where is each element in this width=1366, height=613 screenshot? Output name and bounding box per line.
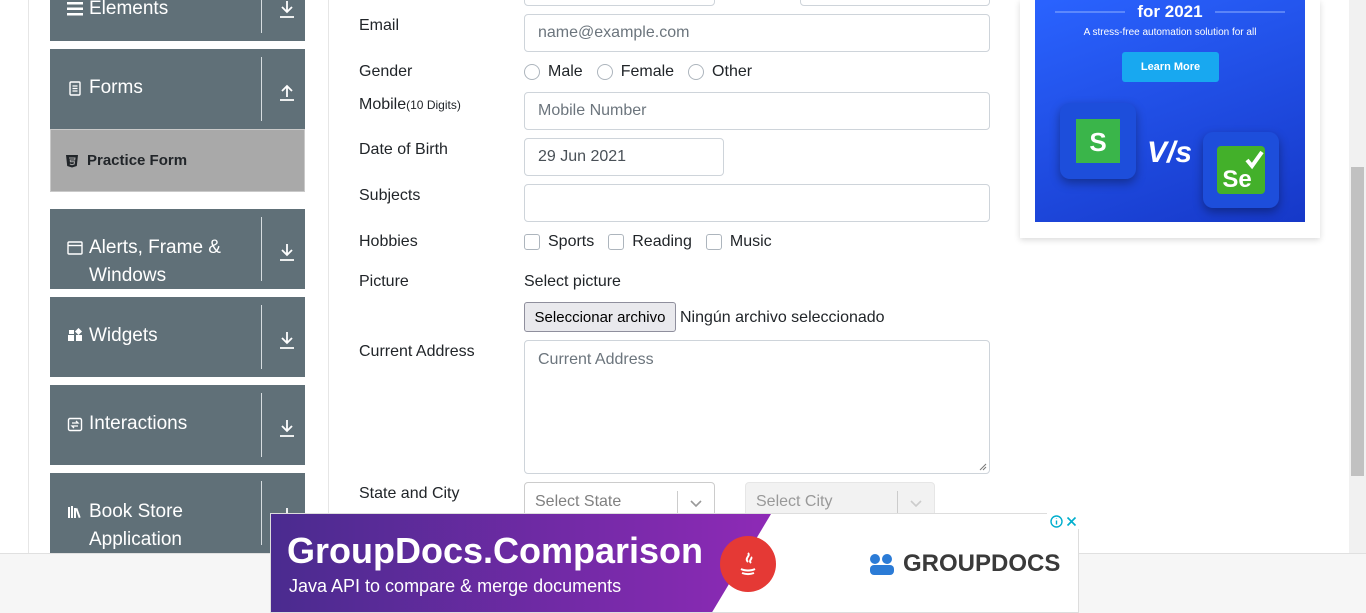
state-city-label: State and City	[359, 485, 460, 502]
widgets-icon	[68, 328, 83, 341]
sidebar-group-forms[interactable]: Forms	[50, 49, 305, 129]
sidebar-group-label: Forms	[89, 77, 143, 98]
download-arrow-icon[interactable]	[276, 329, 298, 351]
current-address-textarea[interactable]: Current Address	[524, 340, 990, 474]
subjects-label: Subjects	[359, 187, 421, 204]
last-name-input[interactable]	[800, 0, 990, 6]
sidebar-group-alerts[interactable]: Alerts, Frame & Windows	[50, 209, 305, 289]
vertical-scrollbar[interactable]	[1349, 0, 1366, 553]
upload-arrow-icon[interactable]	[276, 81, 298, 103]
divider	[897, 491, 898, 513]
subjects-input[interactable]	[524, 184, 990, 222]
html5-icon	[66, 154, 78, 167]
file-status-text: Ningún archivo seleccionado	[680, 309, 885, 326]
sidebar-item-practice-form[interactable]: Practice Form	[50, 129, 305, 192]
versus-text: V/s	[1147, 136, 1193, 169]
gender-female-radio[interactable]: Female	[596, 63, 674, 81]
java-logo-icon	[720, 536, 776, 592]
mobile-hint: (10 Digits)	[406, 98, 461, 112]
chevron-down-icon[interactable]	[908, 495, 924, 511]
dob-label: Date of Birth	[359, 141, 448, 158]
chevron-down-icon[interactable]	[688, 495, 704, 511]
address-placeholder: Current Address	[538, 351, 654, 368]
dob-input[interactable]: 29 Jun 2021	[524, 138, 724, 176]
hobbies-checkbox-group: Sports Reading Music	[524, 233, 786, 251]
mobile-placeholder: Mobile Number	[538, 102, 647, 119]
sidebar-group-label: Interactions	[89, 413, 188, 434]
mobile-label: Mobile(10 Digits)	[359, 96, 461, 113]
divider	[677, 491, 678, 513]
sidebar-group-label: Alerts, Frame & Windows	[89, 237, 221, 286]
practice-form-page: Elements Forms Practice Form Alerts, Fra…	[0, 0, 1366, 613]
current-address-label: Current Address	[359, 343, 475, 360]
info-icon[interactable]	[1049, 514, 1063, 528]
gender-other-radio[interactable]: Other	[688, 63, 752, 81]
mobile-input[interactable]: Mobile Number	[524, 92, 990, 130]
bottom-banner-ad[interactable]: GroupDocs.Comparison Java API to compare…	[270, 513, 1079, 613]
state-placeholder: Select State	[535, 493, 622, 510]
ad-choices[interactable]	[1047, 513, 1079, 529]
ad-headline: for 2021	[1137, 2, 1203, 21]
file-upload-button[interactable]: Seleccionar archivo	[524, 302, 676, 332]
scrollbar-thumb[interactable]	[1351, 167, 1364, 476]
ad-subtext: A stress-free automation solution for al…	[1083, 27, 1257, 38]
sidebar: Elements Forms Practice Form Alerts, Fra…	[28, 0, 329, 553]
divider	[261, 0, 262, 33]
hobby-music-checkbox[interactable]: Music	[705, 233, 772, 251]
interaction-icon	[67, 417, 83, 432]
email-input[interactable]: name@example.com	[524, 14, 990, 52]
menu-icon	[67, 2, 83, 16]
hobby-reading-checkbox[interactable]: Reading	[608, 233, 692, 251]
logo-left-text: S	[1089, 127, 1106, 157]
advertisement-card[interactable]: for 2021 A stress-free automation soluti…	[1020, 0, 1320, 238]
sidebar-group-book-store[interactable]: Book Store Application	[50, 473, 305, 553]
dob-value: 29 Jun 2021	[538, 148, 627, 165]
hobby-sports-checkbox[interactable]: Sports	[524, 233, 594, 251]
divider	[261, 481, 262, 545]
divider	[261, 305, 262, 369]
logo-right-text: Se	[1222, 166, 1251, 193]
divider	[261, 393, 262, 457]
hobbies-label: Hobbies	[359, 233, 418, 250]
download-arrow-icon[interactable]	[276, 241, 298, 263]
testsigma-logo-icon: S	[1060, 103, 1136, 179]
select-picture-label: Select picture	[524, 273, 621, 290]
sidebar-item-label: Practice Form	[87, 152, 188, 169]
city-placeholder: Select City	[756, 493, 833, 510]
close-icon[interactable]	[1066, 516, 1077, 527]
groupdocs-logo-icon	[870, 554, 894, 575]
resize-handle-icon[interactable]	[979, 463, 987, 471]
first-name-input[interactable]	[524, 0, 715, 6]
ad-image[interactable]: for 2021 A stress-free automation soluti…	[1035, 0, 1305, 222]
email-placeholder: name@example.com	[538, 24, 690, 41]
selenium-logo-icon: Se	[1203, 132, 1279, 208]
window-icon	[67, 241, 83, 255]
sidebar-group-label: Elements	[89, 0, 169, 19]
banner-title: GroupDocs.Comparison	[287, 530, 704, 571]
learn-more-button[interactable]: Learn More	[1122, 52, 1219, 82]
document-icon	[69, 81, 81, 96]
sidebar-group-label: Widgets	[89, 325, 158, 346]
download-arrow-icon[interactable]	[276, 417, 298, 439]
email-label: Email	[359, 17, 400, 34]
gender-radio-group: Male Female Other	[524, 63, 766, 81]
download-arrow-icon[interactable]	[276, 0, 298, 20]
banner-subtitle: Java API to compare & merge documents	[289, 576, 622, 596]
divider	[261, 217, 262, 281]
sidebar-group-label: Book Store Application	[89, 501, 183, 550]
divider	[261, 57, 262, 121]
gender-label: Gender	[359, 63, 413, 80]
sidebar-group-interactions[interactable]: Interactions	[50, 385, 305, 465]
gender-male-radio[interactable]: Male	[524, 63, 583, 81]
books-icon	[68, 506, 81, 519]
brand-text: GROUPDOCS	[903, 550, 1061, 577]
sidebar-group-elements[interactable]: Elements	[50, 0, 305, 41]
picture-label: Picture	[359, 273, 409, 290]
groupdocs-brand: GROUPDOCS	[867, 550, 1060, 578]
sidebar-group-widgets[interactable]: Widgets	[50, 297, 305, 377]
